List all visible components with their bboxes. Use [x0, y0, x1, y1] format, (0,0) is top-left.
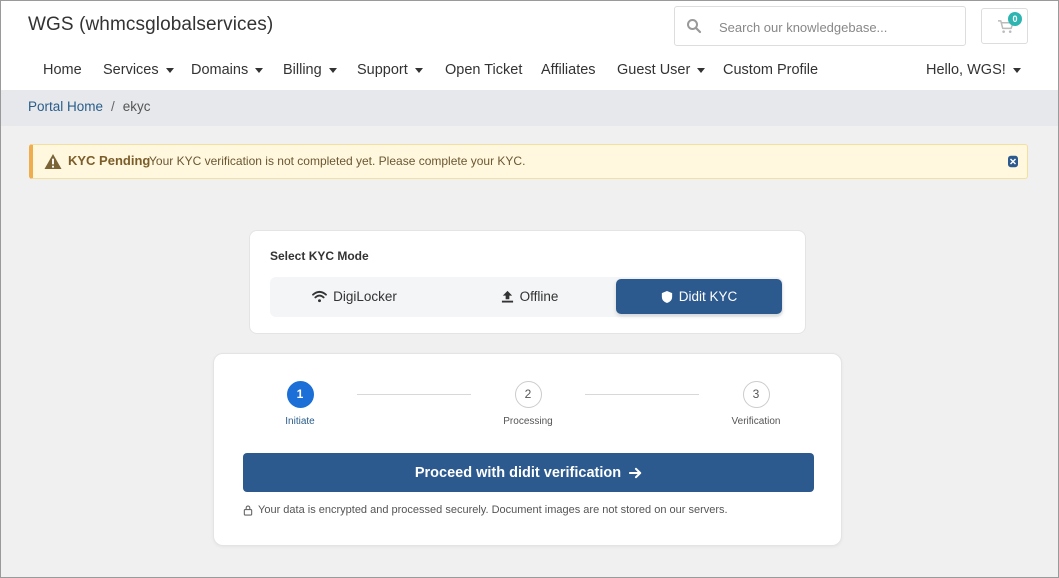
security-note: Your data is encrypted and processed sec…	[243, 504, 728, 516]
site-header: WGS (whmcsglobalservices) 0 Home Service…	[1, 1, 1058, 90]
step-verification: 3 Verification	[716, 381, 796, 427]
verification-card: 1 Initiate 2 Processing 3 Verification P…	[213, 353, 842, 546]
search-icon	[687, 19, 702, 34]
nav-item-label: Services	[103, 62, 159, 78]
upload-icon	[501, 290, 513, 303]
step-initiate: 1 Initiate	[260, 381, 340, 427]
breadcrumb-home-link[interactable]: Portal Home	[28, 99, 103, 114]
nav-item-billing[interactable]: Billing	[283, 62, 337, 78]
nav-item-label: Home	[43, 62, 82, 78]
caret-down-icon	[697, 67, 706, 73]
step-processing: 2 Processing	[488, 381, 568, 427]
nav-item-services[interactable]: Services	[103, 62, 174, 78]
brand-name[interactable]: WGS (whmcsglobalservices)	[28, 14, 273, 36]
tab-offline[interactable]: Offline	[447, 279, 612, 314]
step-connector	[585, 394, 699, 395]
caret-down-icon	[328, 67, 337, 73]
proceed-button-label: Proceed with didit verification	[414, 464, 622, 481]
nav-item-open-ticket[interactable]: Open Ticket	[445, 62, 522, 78]
kyc-mode-title: Select KYC Mode	[270, 249, 369, 263]
wifi-icon	[312, 290, 328, 303]
caret-down-icon	[414, 67, 423, 73]
alert-message: Your KYC verification is not completed y…	[149, 154, 526, 168]
nav-item-guest-user[interactable]: Guest User	[617, 62, 706, 78]
kyc-mode-card: Select KYC Mode DigiLocker Offline Didit…	[249, 230, 806, 334]
close-icon[interactable]	[1008, 154, 1018, 169]
nav-item-label: Support	[357, 62, 408, 78]
cart-count-badge: 0	[1008, 12, 1022, 26]
main-nav: Home Services Domains Billing Support Op…	[1, 54, 1058, 90]
nav-item-label: Affiliates	[541, 62, 596, 78]
caret-down-icon	[1012, 67, 1021, 73]
kyc-pending-alert: KYC Pending Your KYC verification is not…	[29, 144, 1028, 179]
breadcrumb-bar: Portal Home / ekyc	[1, 90, 1058, 126]
user-menu-label: Hello, WGS!	[926, 62, 1006, 78]
breadcrumb-separator: /	[111, 99, 115, 114]
nav-item-label: Open Ticket	[445, 62, 523, 78]
tab-label: Didit KYC	[678, 289, 738, 304]
knowledgebase-search[interactable]	[674, 6, 966, 46]
breadcrumb: Portal Home / ekyc	[28, 99, 151, 114]
proceed-verification-button[interactable]: Proceed with didit verification	[243, 453, 814, 492]
nav-item-affiliates[interactable]: Affiliates	[541, 62, 596, 78]
security-note-text: Your data is encrypted and processed sec…	[258, 504, 728, 516]
step-label: Verification	[731, 416, 781, 427]
nav-item-custom-profile[interactable]: Custom Profile	[723, 62, 818, 78]
step-number: 1	[286, 381, 314, 408]
step-number: 2	[514, 381, 542, 408]
alert-title: KYC Pending	[68, 153, 151, 168]
step-label: Processing	[503, 416, 553, 427]
cart-button[interactable]: 0	[981, 8, 1028, 44]
nav-item-domains[interactable]: Domains	[191, 62, 264, 78]
arrow-right-icon	[629, 467, 642, 478]
caret-down-icon	[165, 67, 174, 73]
breadcrumb-current: ekyc	[122, 99, 151, 114]
tab-didit-kyc[interactable]: Didit KYC	[616, 279, 782, 314]
tab-digilocker[interactable]: DigiLocker	[272, 279, 437, 314]
nav-item-label: Billing	[283, 62, 322, 78]
step-connector	[357, 394, 471, 395]
nav-item-label: Guest User	[617, 62, 691, 78]
nav-item-support[interactable]: Support	[357, 62, 423, 78]
tab-label: Offline	[519, 289, 559, 304]
tab-label: DigiLocker	[333, 289, 397, 304]
shield-icon	[661, 290, 672, 303]
kyc-mode-tabs: DigiLocker Offline Didit KYC	[270, 277, 783, 317]
nav-item-home[interactable]: Home	[43, 62, 82, 78]
step-label: Initiate	[285, 416, 315, 427]
user-menu[interactable]: Hello, WGS!	[926, 62, 1021, 78]
nav-item-label: Domains	[191, 62, 249, 78]
search-input[interactable]	[719, 16, 954, 38]
caret-down-icon	[255, 67, 264, 73]
step-number: 3	[742, 381, 770, 408]
warning-icon	[44, 153, 62, 170]
lock-icon	[243, 505, 253, 516]
nav-item-label: Custom Profile	[723, 62, 819, 78]
